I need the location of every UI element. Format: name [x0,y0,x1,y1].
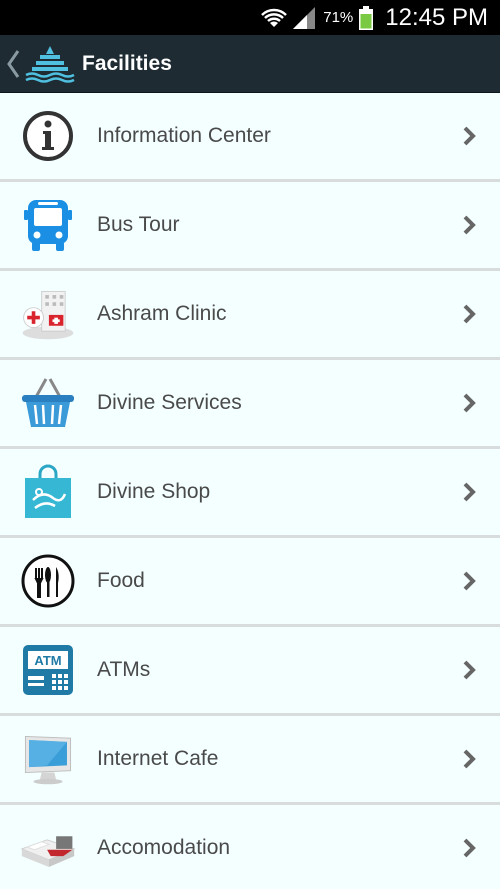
atm-icon: ATM [20,642,76,698]
list-item-accomodation[interactable]: Accomodation [0,805,500,889]
list-item-label: Accomodation [97,836,231,859]
chevron-right-icon [463,215,476,235]
list-item-label: Divine Shop [97,480,211,503]
chevron-right-icon [463,126,476,146]
temple-logo-icon [25,45,75,83]
status-bar: 71% 12:45 PM [0,0,500,35]
basket-icon [20,375,76,431]
chevron-right-icon [463,749,476,769]
monitor-icon [20,731,76,787]
clock: 12:45 PM [385,3,488,31]
list-item-food[interactable]: Food [0,538,500,627]
chevron-right-icon [463,393,476,413]
chevron-right-icon [463,571,476,591]
shopping-bag-icon [20,464,76,520]
back-button[interactable] [2,49,24,79]
list-item-label: Ashram Clinic [97,302,227,325]
cutlery-icon [20,553,76,609]
list-item-label: Internet Cafe [97,747,219,770]
bed-icon [20,820,76,876]
facilities-list: Information Center Bus Tour Ashram Clini… [0,93,500,889]
list-item-label: ATMs [97,658,151,681]
chevron-right-icon [463,838,476,858]
bus-icon [20,197,76,253]
chevron-right-icon [463,482,476,502]
signal-icon [293,6,316,29]
chevron-left-icon [7,49,20,78]
clinic-icon [20,286,76,342]
battery-icon [359,5,374,30]
wifi-icon [261,8,288,27]
battery-percent: 71% [323,9,354,26]
chevron-right-icon [463,660,476,680]
list-item-information-center[interactable]: Information Center [0,93,500,182]
list-item-bus-tour[interactable]: Bus Tour [0,182,500,271]
list-item-ashram-clinic[interactable]: Ashram Clinic [0,271,500,360]
list-item-divine-shop[interactable]: Divine Shop [0,449,500,538]
chevron-right-icon [463,304,476,324]
svg-text:ATM: ATM [34,653,61,668]
list-item-atms[interactable]: ATM ATMs [0,627,500,716]
page-title: Facilities [82,51,172,75]
list-item-label: Divine Services [97,391,242,414]
list-item-internet-cafe[interactable]: Internet Cafe [0,716,500,805]
action-bar: Facilities [0,35,500,93]
info-icon [20,108,76,164]
list-item-divine-services[interactable]: Divine Services [0,360,500,449]
list-item-label: Bus Tour [97,213,180,236]
list-item-label: Food [97,569,145,592]
list-item-label: Information Center [97,124,271,147]
